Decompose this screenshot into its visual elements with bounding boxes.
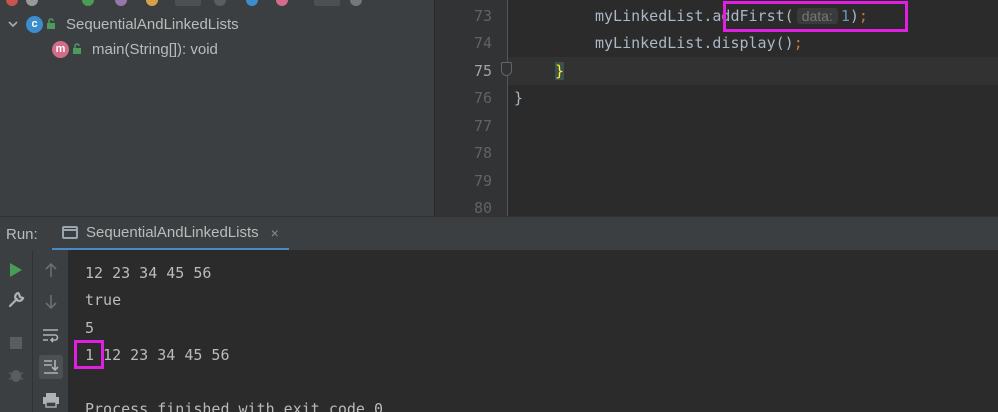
toolbar-icon[interactable]	[214, 0, 226, 6]
toolbar-run-icon[interactable]	[82, 0, 94, 6]
console-line: 1 12 23 34 45 56	[85, 346, 230, 364]
stop-icon	[10, 337, 22, 349]
tab-run-configuration[interactable]: SequentialAndLinkedLists ×	[52, 217, 289, 251]
scroll-to-end-button[interactable]	[39, 355, 63, 379]
closing-brace: }	[514, 89, 524, 107]
line-number: 78	[473, 144, 492, 162]
arrow-up-icon	[45, 262, 57, 277]
class-icon: c	[26, 15, 43, 33]
line-number: 80	[473, 199, 492, 217]
code-line-73[interactable]: myLinkedList.addFirst(data: 1);	[595, 7, 868, 25]
toolbar-button[interactable]	[314, 0, 340, 6]
printer-icon	[43, 393, 59, 408]
toolbar-icon[interactable]	[246, 0, 258, 6]
code-semicolon: ;	[858, 7, 868, 25]
print-button[interactable]	[39, 388, 63, 412]
code-argument: 1	[840, 7, 850, 25]
tab-title: SequentialAndLinkedLists	[86, 224, 259, 241]
code-paren: )	[849, 7, 859, 25]
code-editor[interactable]	[508, 0, 998, 216]
soft-wrap-button[interactable]	[39, 323, 63, 347]
main-toolbar	[0, 0, 434, 8]
class-name-label: SequentialAndLinkedLists	[66, 15, 239, 33]
run-label: Run:	[6, 226, 38, 243]
wrench-icon	[8, 291, 25, 308]
settings-button[interactable]	[4, 288, 28, 312]
toolbar-icon[interactable]	[350, 0, 362, 6]
debug-button[interactable]	[4, 363, 28, 387]
line-number: 76	[473, 89, 492, 107]
line-number: 74	[473, 34, 492, 52]
tree-item-class[interactable]: c SequentialAndLinkedLists	[6, 13, 239, 35]
console-line: 5	[85, 319, 95, 337]
unlock-icon	[47, 18, 55, 29]
scroll-to-end-icon	[44, 360, 59, 374]
matched-brace: }	[555, 62, 565, 80]
rerun-button[interactable]	[4, 258, 28, 282]
scroll-up-button[interactable]	[39, 258, 63, 282]
stop-button[interactable]	[4, 331, 28, 355]
code-line-76[interactable]: }	[514, 89, 523, 107]
toolbar-icon[interactable]	[146, 0, 158, 6]
run-actions-toolbar	[0, 250, 32, 412]
toolbar-icon[interactable]	[276, 0, 288, 6]
console-toolbar	[32, 250, 68, 412]
console-tab-icon	[62, 226, 78, 239]
close-tab-icon[interactable]: ×	[271, 225, 279, 241]
toolbar-icon[interactable]	[115, 0, 127, 6]
line-number: 77	[473, 117, 492, 135]
run-toolwindow-header: Run: SequentialAndLinkedLists ×	[0, 216, 998, 251]
code-method-call: addFirst(	[712, 7, 794, 25]
bug-icon	[8, 370, 24, 382]
method-icon: m	[52, 40, 69, 58]
arrow-down-icon	[45, 295, 57, 310]
tree-item-method[interactable]: m main(String[]): void	[52, 38, 218, 60]
code-statement: myLinkedList.display()	[595, 34, 794, 52]
scroll-down-button[interactable]	[39, 290, 63, 314]
structure-panel: c SequentialAndLinkedLists m main(String…	[0, 8, 434, 216]
toolbar-button[interactable]	[175, 0, 201, 6]
console-process-finished: Process finished with exit code 0	[85, 400, 384, 412]
soft-wrap-icon	[43, 329, 59, 343]
gutter-separator	[507, 0, 508, 216]
toolbar-icon[interactable]	[26, 0, 38, 6]
chevron-down-icon[interactable]	[6, 17, 20, 31]
code-semicolon: ;	[793, 34, 803, 52]
line-number: 73	[473, 7, 492, 25]
line-number-current: 75	[473, 62, 492, 80]
console-line: 12 23 34 45 56	[85, 264, 212, 282]
play-icon	[10, 263, 22, 277]
code-line-75[interactable]: }	[555, 62, 565, 80]
console-line: true	[85, 291, 122, 309]
code-line-74[interactable]: myLinkedList.display();	[595, 34, 803, 52]
method-signature-label: main(String[]): void	[92, 40, 218, 58]
parameter-hint: data:	[796, 8, 838, 24]
fold-marker-icon[interactable]	[501, 62, 512, 76]
line-number: 79	[473, 172, 492, 190]
unlock-icon	[73, 43, 81, 54]
code-receiver: myLinkedList.	[595, 7, 713, 25]
current-line-highlight	[508, 57, 998, 85]
toolbar-stop-icon[interactable]	[6, 0, 18, 6]
